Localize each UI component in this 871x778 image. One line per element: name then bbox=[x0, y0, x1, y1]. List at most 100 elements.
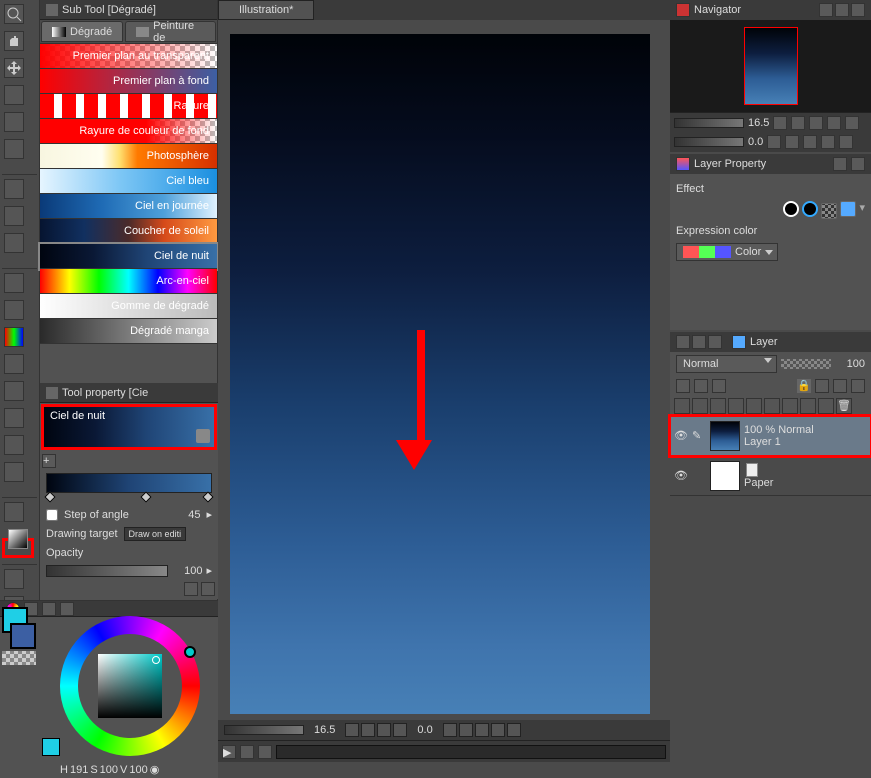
nav-rotate-slider[interactable] bbox=[674, 137, 744, 147]
new-correction-icon[interactable] bbox=[746, 398, 762, 414]
lock-all-icon[interactable] bbox=[833, 379, 847, 393]
hand-tool[interactable] bbox=[4, 31, 24, 51]
ruler-icon[interactable] bbox=[692, 398, 708, 414]
clip-icon[interactable] bbox=[676, 379, 690, 393]
zoom-in-icon[interactable] bbox=[361, 723, 375, 737]
nav-zoom-out-icon[interactable] bbox=[773, 116, 787, 130]
sub-color-swatch[interactable] bbox=[10, 623, 36, 649]
delete-layer-icon[interactable]: 🗑 bbox=[836, 398, 852, 414]
hue-cursor[interactable] bbox=[184, 646, 196, 658]
sv-box[interactable] bbox=[98, 654, 162, 718]
magnify-tool[interactable] bbox=[4, 4, 24, 24]
layer-thumbnail[interactable] bbox=[710, 421, 740, 451]
extract-line-icon[interactable] bbox=[840, 201, 856, 217]
blur-tool[interactable] bbox=[4, 462, 24, 482]
nav-rotation-value[interactable]: 0.0 bbox=[748, 136, 763, 148]
gradient-item[interactable]: Arc-en-ciel bbox=[40, 269, 217, 294]
eyedropper-icon[interactable]: ◉ bbox=[150, 763, 160, 776]
rotation-value[interactable]: 0.0 bbox=[417, 724, 432, 736]
airbrush-tool[interactable] bbox=[4, 354, 24, 374]
current-color-swatch[interactable] bbox=[42, 738, 60, 756]
tab-peinture[interactable]: Peinture de bbox=[125, 21, 216, 42]
tone-effect-icon[interactable] bbox=[802, 201, 818, 217]
expression-color-dropdown[interactable]: Color bbox=[676, 243, 778, 261]
layer-color-effect-icon[interactable] bbox=[821, 203, 837, 219]
nav-rotate-cw-icon[interactable] bbox=[785, 135, 799, 149]
gradient-item[interactable]: Ciel bleu bbox=[40, 169, 217, 194]
layer-mask-icon[interactable] bbox=[800, 398, 816, 414]
visibility-icon[interactable]: 👁 bbox=[674, 429, 688, 443]
gradient-item[interactable]: Photosphère bbox=[40, 144, 217, 169]
nav-flip-v-icon[interactable] bbox=[839, 135, 853, 149]
layer-name[interactable]: Layer 1 bbox=[744, 436, 814, 448]
gradient-item[interactable]: Ciel de nuit bbox=[40, 244, 217, 269]
draft-layer-icon[interactable] bbox=[712, 379, 726, 393]
navigator-preview[interactable] bbox=[670, 20, 871, 112]
lock-pixel-icon[interactable] bbox=[851, 379, 865, 393]
step-angle-checkbox[interactable] bbox=[46, 509, 58, 521]
print-size-icon[interactable] bbox=[393, 723, 407, 737]
gradient-tool[interactable] bbox=[8, 529, 28, 549]
lock-transparent-icon[interactable] bbox=[815, 379, 829, 393]
blend-mode-dropdown[interactable]: Normal bbox=[676, 355, 777, 373]
gradient-stop[interactable] bbox=[202, 491, 213, 502]
gradient-item[interactable]: Premier plan à fond bbox=[40, 69, 217, 94]
zoom-out-icon[interactable] bbox=[345, 723, 359, 737]
brush-tool[interactable] bbox=[4, 327, 24, 347]
nav-zoom-in-icon[interactable] bbox=[791, 116, 805, 130]
color-history-tab-icon[interactable] bbox=[60, 602, 74, 616]
zoom-value[interactable]: 16.5 bbox=[314, 724, 335, 736]
decoration-tool[interactable] bbox=[4, 381, 24, 401]
layer-name[interactable]: Paper bbox=[744, 477, 773, 489]
layer-item[interactable]: 👁 Paper bbox=[670, 456, 871, 496]
zoom-slider[interactable] bbox=[224, 725, 304, 735]
document-tab[interactable]: Illustration* bbox=[218, 0, 314, 20]
flip-v-icon[interactable] bbox=[507, 723, 521, 737]
new-folder-icon[interactable] bbox=[728, 398, 744, 414]
layer-tab-icon[interactable] bbox=[692, 335, 706, 349]
flip-h-icon[interactable] bbox=[491, 723, 505, 737]
layer-tab-icon[interactable] bbox=[708, 335, 722, 349]
eraser-tool[interactable] bbox=[4, 408, 24, 428]
play-icon[interactable]: ▶ bbox=[222, 745, 236, 759]
nav-tab-icon[interactable] bbox=[819, 3, 833, 17]
gradient-item[interactable]: Gomme de dégradé bbox=[40, 294, 217, 319]
marquee-tool[interactable] bbox=[4, 112, 24, 132]
color-wheel[interactable] bbox=[60, 616, 200, 756]
gradient-item[interactable]: Dégradé manga bbox=[40, 319, 217, 344]
apply-mask-icon[interactable] bbox=[818, 398, 834, 414]
fill-tool[interactable] bbox=[4, 502, 24, 522]
visibility-icon[interactable]: 👁 bbox=[674, 469, 688, 483]
nav-fit2-icon[interactable] bbox=[845, 116, 859, 130]
lasso-tool[interactable] bbox=[4, 179, 24, 199]
gradient-stop[interactable] bbox=[141, 491, 152, 502]
rotate-ccw-icon[interactable] bbox=[443, 723, 457, 737]
tab-degrade[interactable]: Dégradé bbox=[41, 21, 123, 42]
ref-layer-icon[interactable] bbox=[694, 379, 708, 393]
stepper-icon[interactable]: ▸ bbox=[206, 508, 212, 521]
nav-tab-icon[interactable] bbox=[851, 3, 865, 17]
canvas-content[interactable] bbox=[230, 34, 650, 714]
fit-icon[interactable] bbox=[377, 723, 391, 737]
blend-tool[interactable] bbox=[4, 435, 24, 455]
nav-zoom-slider[interactable] bbox=[674, 118, 744, 128]
wand-tool[interactable] bbox=[4, 206, 24, 226]
gradient-preview[interactable]: Ciel de nuit bbox=[44, 407, 214, 447]
nav-100-icon[interactable] bbox=[827, 116, 841, 130]
figure-tool[interactable] bbox=[4, 569, 24, 589]
opacity-value[interactable]: 100 bbox=[172, 565, 202, 577]
navigator-thumbnail[interactable] bbox=[744, 27, 798, 105]
mask-icon[interactable] bbox=[674, 398, 690, 414]
nav-fit-icon[interactable] bbox=[809, 116, 823, 130]
transfer-down-icon[interactable] bbox=[764, 398, 780, 414]
stepper-icon[interactable]: ▸ bbox=[206, 564, 212, 577]
effect-dropdown-arrow[interactable]: ▾ bbox=[859, 201, 865, 219]
operation-tool[interactable] bbox=[4, 85, 24, 105]
canvas-viewport[interactable] bbox=[218, 20, 670, 720]
pen-tool[interactable] bbox=[4, 273, 24, 293]
nav-rotate-ccw-icon[interactable] bbox=[767, 135, 781, 149]
layer-item[interactable]: 👁✎100 % NormalLayer 1 bbox=[670, 416, 871, 456]
gradient-item[interactable]: Coucher de soleil bbox=[40, 219, 217, 244]
nav-tab-icon[interactable] bbox=[835, 3, 849, 17]
new-layer-icon[interactable] bbox=[710, 398, 726, 414]
